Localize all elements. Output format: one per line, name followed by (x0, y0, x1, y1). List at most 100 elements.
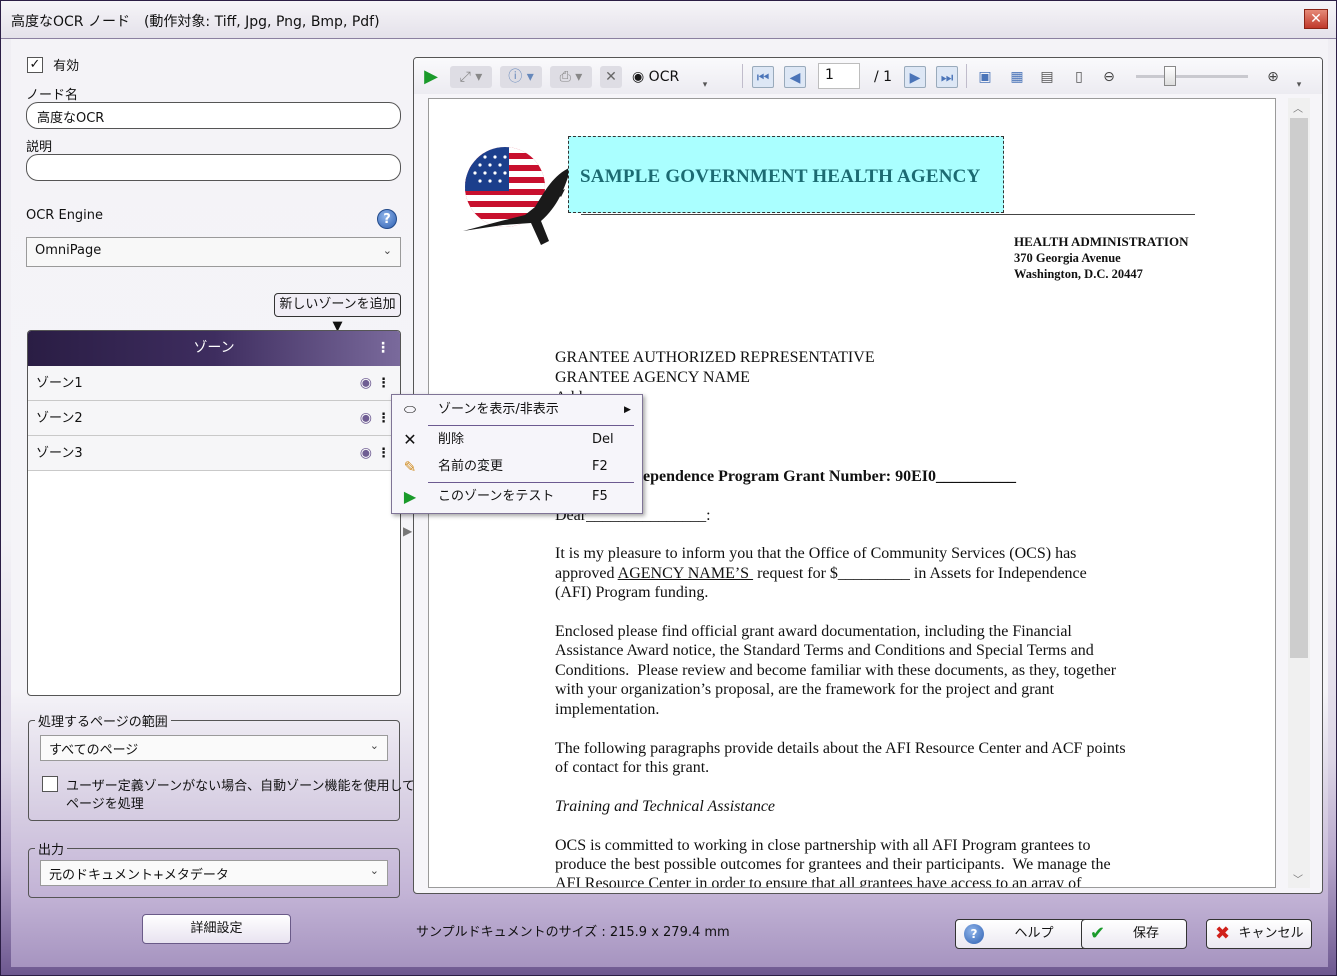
paragraph-2-line-5: implementation. (555, 701, 660, 718)
fit-width-icon[interactable]: ▤ (1036, 66, 1058, 88)
menu-item-label: このゾーンをテスト (438, 489, 555, 504)
scroll-down-icon[interactable]: ﹀ (1293, 871, 1303, 886)
close-icon[interactable]: ✕ (600, 66, 622, 88)
address-line-1: HEALTH ADMINISTRATION (1014, 234, 1189, 249)
x-icon: ✕ (403, 430, 417, 449)
zone-context-menu: ⬭ ゾーンを表示/非表示 ▶ ✕ 削除 Del ✎ 名前の変更 F2 ▶ このゾ… (391, 394, 643, 514)
description-input[interactable] (26, 154, 401, 181)
header-rule (581, 214, 1195, 215)
zone-header-menu-icon[interactable]: ⋮ (376, 331, 390, 366)
toolbar-overflow-icon[interactable]: ▾ (1294, 74, 1304, 96)
scan-icon[interactable]: ⎙ ▾ (550, 66, 592, 88)
zone-row-2[interactable]: ゾーン2 ◉ ⋮ (28, 401, 400, 436)
chevron-down-icon: ⌄ (369, 739, 379, 752)
paragraph-2-line-4: with your organization’s proposal, are t… (555, 681, 1055, 698)
zone-menu-icon[interactable]: ⋮ (377, 401, 390, 436)
toolbar-overflow-icon[interactable]: ▾ (700, 74, 710, 96)
menu-item-test-zone[interactable]: ▶ このゾーンをテスト F5 (392, 483, 642, 511)
para1-part-a: approved (555, 565, 618, 582)
enabled-row[interactable]: ✓ 有効 (27, 55, 79, 74)
checkmark-icon: ✔ (1090, 923, 1106, 944)
menu-item-label: 名前の変更 (438, 459, 504, 474)
zone-menu-icon[interactable]: ⋮ (377, 436, 390, 471)
close-window-button[interactable]: ✕ (1304, 9, 1328, 29)
chevron-down-icon: ⌄ (369, 864, 379, 877)
add-zone-button[interactable]: 新しいゾーンを追加 ▼ (274, 293, 401, 334)
paragraph-1-line-1: It is my pleasure to inform you that the… (555, 545, 1077, 562)
menu-item-toggle-visibility[interactable]: ⬭ ゾーンを表示/非表示 ▶ (392, 396, 642, 424)
menu-item-label: ゾーンを表示/非表示 (438, 402, 559, 417)
paragraph-4-line-3: AFI Resource Center in order to ensure t… (555, 875, 1082, 888)
scroll-up-icon[interactable]: ︿ (1293, 100, 1303, 115)
zoom-in-icon[interactable]: ⊕ (1262, 66, 1284, 88)
auto-zone-checkbox[interactable] (42, 776, 58, 792)
cancel-button[interactable]: ✖ キャンセル (1206, 919, 1312, 949)
collapse-arrow-icon[interactable]: ▶ (403, 524, 412, 538)
paragraph-2-line-3: Conditions. Please review and become fam… (555, 662, 1117, 679)
node-name-label: ノード名 (26, 88, 79, 103)
image-icon[interactable]: ▣ (974, 66, 996, 88)
next-page-icon[interactable]: ▶ (904, 66, 926, 88)
advanced-settings-button[interactable]: 詳細設定 (142, 914, 291, 944)
fit-icon[interactable]: ⤢ ▾ (450, 66, 492, 88)
page-range-legend: 処理するページの範囲 (38, 715, 168, 730)
output-select[interactable]: 元のドキュメント+メタデータ ⌄ (40, 860, 388, 886)
zone-row-1[interactable]: ゾーン1 ◉ ⋮ (28, 366, 400, 401)
info-icon[interactable]: ⓘ ▾ (500, 66, 542, 88)
scrollbar-thumb[interactable] (1290, 118, 1308, 658)
menu-item-label: 削除 (438, 432, 465, 447)
ocr-button[interactable]: ◉ OCR (632, 66, 692, 88)
agency-title: SAMPLE GOVERNMENT HEALTH AGENCY (580, 166, 981, 187)
page-range-select[interactable]: すべてのページ ⌄ (40, 735, 388, 761)
ellipse-icon: ⬭ (404, 402, 416, 418)
zoom-slider-thumb[interactable] (1163, 66, 1176, 86)
eye-icon[interactable]: ◉ (360, 366, 372, 401)
help-icon[interactable]: ? (377, 209, 397, 229)
ocr-engine-select[interactable]: OmniPage ⌄ (26, 237, 401, 267)
help-button[interactable]: ? ヘルプ (955, 919, 1089, 949)
actual-size-icon[interactable]: ▯ (1068, 66, 1090, 88)
paragraph-3-line-2: of contact for this grant. (555, 759, 710, 776)
last-page-icon[interactable]: ⏭ (936, 66, 958, 88)
menu-item-shortcut: F5 (592, 489, 608, 504)
page-range-value: すべてのページ (49, 743, 139, 758)
fit-page-icon[interactable]: ▦ (1006, 66, 1028, 88)
page-number-input[interactable]: 1 (818, 63, 860, 89)
address-line-3: Washington, D.C. 20447 (1014, 267, 1143, 281)
eye-icon[interactable]: ◉ (360, 401, 372, 436)
help-icon: ? (964, 924, 984, 944)
save-button[interactable]: ✔ 保存 (1081, 919, 1187, 949)
section-heading: Training and Technical Assistance (555, 798, 776, 815)
output-value: 元のドキュメント+メタデータ (49, 868, 229, 883)
enabled-label: 有効 (53, 59, 80, 74)
recipient-line-1: GRANTEE AUTHORIZED REPRESENTATIVE (555, 349, 875, 366)
menu-item-delete[interactable]: ✕ 削除 Del (392, 426, 642, 454)
pencil-icon: ✎ (403, 458, 417, 476)
auto-zone-label-line2: ページを処理 (66, 797, 144, 812)
run-icon[interactable]: ▶ (420, 66, 442, 88)
enabled-checkbox[interactable]: ✓ (27, 56, 43, 73)
agency-logo-image (463, 147, 571, 245)
content-area: ✓ 有効 ノード名 高度なOCR 説明 OCR Engine ? OmniPag… (11, 39, 1328, 967)
zone-label: ゾーン2 (36, 411, 83, 426)
paragraph-1-line-3: (AFI) Program funding. (555, 584, 709, 601)
prev-page-icon[interactable]: ◀ (784, 66, 806, 88)
play-icon: ▶ (403, 487, 417, 506)
ocr-engine-label: OCR Engine (26, 208, 104, 223)
zone-row-3[interactable]: ゾーン3 ◉ ⋮ (28, 436, 400, 471)
submenu-arrow-icon: ▶ (624, 405, 631, 415)
ocr-zone-highlight[interactable]: SAMPLE GOVERNMENT HEALTH AGENCY (568, 136, 1004, 213)
zone-menu-icon[interactable]: ⋮ (377, 366, 390, 401)
vertical-scrollbar[interactable]: ︿ ﹀ (1288, 98, 1310, 888)
output-legend: 出力 (38, 843, 65, 858)
zoom-out-icon[interactable]: ⊖ (1098, 66, 1120, 88)
node-name-input[interactable]: 高度なOCR (26, 102, 401, 129)
first-page-icon[interactable]: ⏮ (752, 66, 774, 88)
zoom-slider-track[interactable] (1136, 75, 1248, 78)
ocr-engine-value: OmniPage (35, 243, 102, 258)
ocr-label: OCR (648, 69, 680, 85)
description-label: 説明 (26, 140, 53, 155)
zone-label: ゾーン3 (36, 446, 83, 461)
menu-item-rename[interactable]: ✎ 名前の変更 F2 (392, 453, 642, 481)
eye-icon[interactable]: ◉ (360, 436, 372, 471)
